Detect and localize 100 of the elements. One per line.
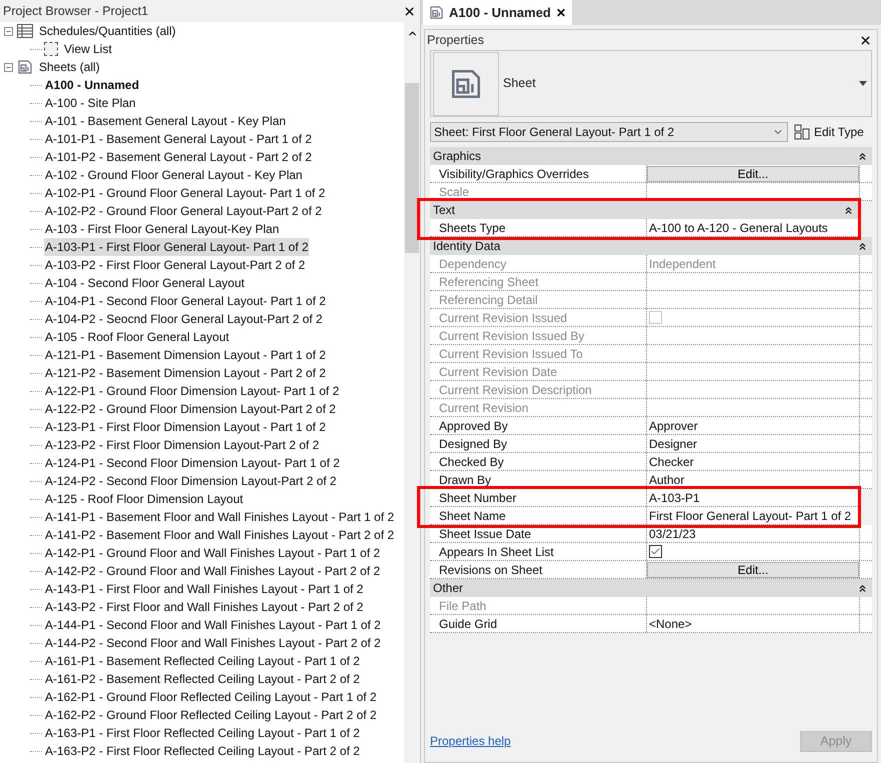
tree-item[interactable]: A-123-P2 - First Floor Dimension Layout-Part 2 of 2 [44,436,320,454]
tree-item[interactable]: A-103-P1 - First Floor General Layout- Part 1 of 2 [44,238,310,256]
category-header[interactable]: Other [430,579,872,597]
view-tab[interactable]: A100 - Unnamed ✕ [423,0,572,25]
tree-item[interactable]: A-125 - Roof Floor Dimension Layout [44,490,244,508]
panel-title: Project Browser - Project1 [3,2,148,20]
dropdown-arrow-icon[interactable] [859,81,867,86]
tree-item[interactable]: A-101-P1 - Basement General Layout - Part 1 of 2 [44,130,313,148]
tree-item[interactable]: A-121-P1 - Basement Dimension Layout - Part 1 of 2 [44,346,327,364]
edit-button[interactable]: Edit... [647,166,859,182]
tree-item[interactable]: A-102-P1 - Ground Floor General Layout- Part 1 of 2 [44,184,326,202]
property-value[interactable]: Designer [647,434,700,452]
property-label: Current Revision Issued [430,309,647,326]
tree-item[interactable]: A-104-P2 - Seocnd Floor General Layout-Part 2 of 2 [44,310,324,328]
tree-item[interactable]: A-122-P1 - Ground Floor Dimension Layout- Part 1 of 2 [44,382,340,400]
property-label: Current Revision Date [430,363,647,380]
collapse-toggle[interactable] [4,62,13,72]
property-value[interactable]: 03/21/23 [647,524,698,542]
tree-item[interactable]: A-141-P2 - Basement Floor and Wall Finishes Layout - Part 2 of 2 [44,526,396,544]
property-value[interactable]: A-100 to A-120 - General Layouts [647,218,830,236]
property-label: Current Revision Issued By [430,327,647,344]
property-value[interactable]: Checker [647,452,696,470]
table-icon [17,24,33,38]
close-icon[interactable]: ✕ [556,4,566,22]
property-label: Scale [430,183,647,200]
collapse-icon [857,150,868,162]
close-icon[interactable] [403,4,416,18]
sheet-icon [429,5,444,20]
close-icon[interactable] [859,34,872,46]
tree-item[interactable]: A-105 - Roof Floor General Layout [44,328,230,346]
tree-item[interactable]: A100 - Unnamed [44,76,140,94]
property-label: Referencing Detail [430,291,647,308]
property-value[interactable]: Approver [647,416,700,434]
collapse-toggle[interactable] [4,26,13,36]
view-list-icon [44,42,58,56]
tree-item[interactable]: A-163-P1 - First Floor Reflected Ceiling Layout - Part 1 of 2 [44,724,361,742]
property-label: Current Revision Issued To [430,345,647,362]
property-label: Referencing Sheet [430,273,647,290]
help-link[interactable]: Properties help [430,732,511,750]
tree-item[interactable]: A-101 - Basement General Layout - Key Plan [44,112,287,130]
edit-type-icon [794,124,810,140]
tree-item[interactable]: A-122-P2 - Ground Floor Dimension Layout-Part 2 of 2 [44,400,337,418]
tree-item[interactable]: A-123-P1 - First Floor Dimension Layout - Part 1 of 2 [44,418,327,436]
panel-title: Properties [427,32,484,49]
property-label: Current Revision [430,399,647,416]
tree-item[interactable]: A-161-P2 - Basement Reflected Ceiling Layout - Part 2 of 2 [44,670,361,688]
property-label: Guide Grid [430,615,647,632]
property-label: File Path [430,597,647,614]
property-label: Sheets Type [430,219,647,236]
tree-item[interactable]: A-162-P1 - Ground Floor Reflected Ceiling Layout - Part 1 of 2 [44,688,378,706]
sheet-icon [17,59,33,75]
tree-item[interactable]: A-103-P2 - First Floor General Layout-Part 2 of 2 [44,256,306,274]
tree-item[interactable]: A-144-P2 - Second Floor and Wall Finishes Layout - Part 2 of 2 [44,634,382,652]
property-label: Current Revision Description [430,381,647,398]
tree-item[interactable]: A-102-P2 - Ground Floor General Layout-Part 2 of 2 [44,202,323,220]
scrollbar[interactable] [404,22,420,763]
property-label: Approved By [430,417,647,434]
tree-item[interactable]: A-124-P1 - Second Floor Dimension Layout- Part 1 of 2 [44,454,341,472]
property-label: Designed By [430,435,647,452]
category-header[interactable]: Text [430,201,858,219]
property-label: Sheet Name [430,507,647,524]
property-value[interactable]: Author [647,470,686,488]
tree-item[interactable]: A-103 - First Floor General Layout-Key Plan [44,220,280,238]
tree-item[interactable]: A-144-P1 - Second Floor and Wall Finishes Layout - Part 1 of 2 [44,616,382,634]
property-label: Sheet Issue Date [430,525,647,542]
checkbox[interactable] [649,545,662,558]
collapse-icon [843,204,854,216]
property-value[interactable]: <None> [647,614,694,632]
tree-item[interactable]: A-142-P1 - Ground Floor and Wall Finishes Layout - Part 1 of 2 [44,544,382,562]
tree-item[interactable]: Schedules/Quantities (all) [38,22,177,40]
edit-type-button[interactable]: Edit Type [794,123,864,141]
property-label: Checked By [430,453,647,470]
type-selector[interactable]: Sheet [430,50,872,117]
category-header[interactable]: Graphics [430,147,872,165]
property-label: Sheet Number [430,489,647,506]
scroll-thumb[interactable] [405,83,419,253]
tree-item[interactable]: A-161-P1 - Basement Reflected Ceiling Layout - Part 1 of 2 [44,652,361,670]
tree-item[interactable]: A-141-P1 - Basement Floor and Wall Finishes Layout - Part 1 of 2 [44,508,396,526]
tree-item[interactable]: A-143-P2 - First Floor and Wall Finishes Layout - Part 2 of 2 [44,598,364,616]
tree-item[interactable]: A-100 - Site Plan [44,94,137,112]
tree-item[interactable]: A-124-P2 - Second Floor Dimension Layout-Part 2 of 2 [44,472,338,490]
tree-item[interactable]: View List [63,40,113,58]
property-label: Dependency [430,255,647,272]
collapse-icon [857,240,868,252]
type-name: Sheet [503,75,537,92]
tree-item[interactable]: A-104 - Second Floor General Layout [44,274,246,292]
tree-item[interactable]: A-102 - Ground Floor General Layout - Key Plan [44,166,304,184]
tree-item[interactable]: A-101-P2 - Basement General Layout - Part 2 of 2 [44,148,313,166]
property-value[interactable]: A-103-P1 [647,488,702,506]
edit-button[interactable]: Edit... [647,562,859,578]
instance-dropdown[interactable]: Sheet: First Floor General Layout- Part 1 of 2 [430,122,788,142]
tree-item[interactable]: A-163-P2 - First Floor Reflected Ceiling Layout - Part 2 of 2 [44,742,361,760]
tree-item[interactable]: A-121-P2 - Basement Dimension Layout - Part 2 of 2 [44,364,327,382]
tree-item[interactable]: A-162-P2 - Ground Floor Reflected Ceiling Layout - Part 2 of 2 [44,706,378,724]
tree-item[interactable]: A-104-P1 - Second Floor General Layout- Part 1 of 2 [44,292,327,310]
tree-item[interactable]: Sheets (all) [38,58,101,76]
property-value[interactable]: First Floor General Layout- Part 1 of 2 [647,506,854,524]
tree-item[interactable]: A-142-P2 - Ground Floor and Wall Finishes Layout - Part 2 of 2 [44,562,382,580]
collapse-icon [857,582,868,594]
tree-item[interactable]: A-143-P1 - First Floor and Wall Finishes Layout - Part 1 of 2 [44,580,364,598]
